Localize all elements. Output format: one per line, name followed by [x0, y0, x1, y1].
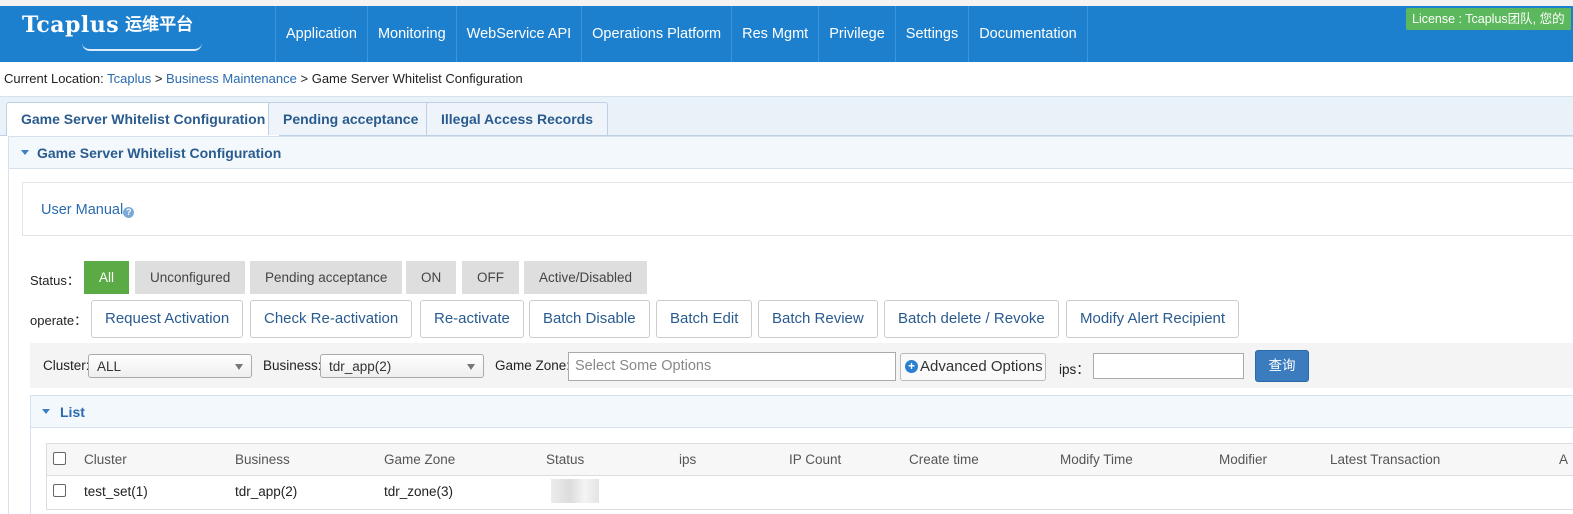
advanced-options-button[interactable]: + Advanced Options: [900, 353, 1046, 381]
breadcrumb-prefix: Current Location:: [4, 71, 104, 86]
batch-delete-revoke-button[interactable]: Batch delete / Revoke: [884, 300, 1059, 338]
status-label: Status：: [30, 273, 80, 288]
col-status: Status: [546, 452, 585, 467]
col-ip-count: IP Count: [789, 452, 842, 467]
tab-pending-acceptance[interactable]: Pending acceptance: [268, 102, 434, 135]
batch-disable-button[interactable]: Batch Disable: [529, 300, 650, 338]
col-truncated: A: [1559, 452, 1569, 467]
cluster-label: Cluster:: [43, 358, 90, 373]
list-header[interactable]: List: [30, 395, 1573, 428]
collapse-triangle-icon[interactable]: [21, 150, 29, 155]
operate-label: operate：: [30, 313, 88, 328]
help-icon[interactable]: ?: [123, 207, 135, 218]
status-filter-off[interactable]: OFF: [462, 261, 519, 294]
license-badge: License : Tcaplus团队, 您的: [1406, 8, 1571, 30]
logo-swoosh: [82, 43, 202, 51]
app-logo[interactable]: Tcaplus 运维平台: [22, 12, 202, 51]
batch-review-button[interactable]: Batch Review: [758, 300, 878, 338]
cell-game-zone: tdr_zone(3): [384, 484, 454, 499]
select-all-checkbox[interactable]: [53, 452, 66, 465]
col-game-zone: Game Zone: [384, 452, 456, 467]
status-redacted: [551, 479, 599, 503]
breadcrumb-current: Game Server Whitelist Configuration: [311, 71, 523, 86]
query-button[interactable]: 查询: [1255, 350, 1309, 382]
col-ips: ips: [679, 452, 697, 467]
modify-alert-recipient-button[interactable]: Modify Alert Recipient: [1066, 300, 1240, 338]
cell-cluster: test_set(1): [84, 484, 148, 499]
breadcrumb-separator: >: [154, 71, 163, 86]
nav-settings[interactable]: Settings: [894, 6, 968, 62]
row-checkbox[interactable]: [53, 484, 66, 497]
status-filter-on[interactable]: ON: [406, 261, 457, 294]
game-zone-label: Game Zone:: [495, 358, 571, 373]
table-header: Cluster Business Game Zone Status ips IP…: [46, 443, 1573, 476]
cell-business: tdr_app(2): [235, 484, 298, 499]
nav-operations-platform[interactable]: Operations Platform: [581, 6, 731, 62]
status-filter-all[interactable]: All: [84, 261, 130, 294]
advanced-options-label: Advanced Options: [920, 358, 1043, 375]
collapse-triangle-icon[interactable]: [42, 409, 50, 414]
nav-webservice-api[interactable]: WebService API: [455, 6, 582, 62]
tab-illegal-access-records[interactable]: Illegal Access Records: [426, 102, 609, 135]
breadcrumb-separator: >: [300, 71, 309, 86]
chevron-down-icon: [235, 364, 243, 370]
nav-documentation[interactable]: Documentation: [968, 6, 1088, 62]
cluster-select-value: ALL: [97, 359, 122, 374]
breadcrumb-section-link[interactable]: Business Maintenance: [166, 71, 297, 86]
table-row[interactable]: test_set(1) tdr_app(2) tdr_zone(3): [46, 475, 1573, 510]
main-nav: Application Monitoring WebService API Op…: [275, 6, 1088, 62]
batch-edit-button[interactable]: Batch Edit: [656, 300, 753, 338]
panel-header[interactable]: Game Server Whitelist Configuration: [8, 136, 1573, 169]
status-filter-pending-acceptance[interactable]: Pending acceptance: [250, 261, 403, 294]
user-manual-box: User Manual?: [22, 182, 1573, 236]
col-business: Business: [235, 452, 290, 467]
user-manual-label: User Manual: [41, 202, 124, 218]
game-zone-multiselect[interactable]: Select Some Options: [568, 352, 896, 381]
col-modify-time: Modify Time: [1060, 452, 1133, 467]
request-activation-button[interactable]: Request Activation: [91, 300, 244, 338]
nav-privilege[interactable]: Privilege: [818, 6, 895, 62]
nav-monitoring[interactable]: Monitoring: [366, 6, 456, 62]
status-filter-active-disabled[interactable]: Active/Disabled: [524, 261, 648, 294]
nav-res-mgmt[interactable]: Res Mgmt: [731, 6, 818, 62]
tab-bar: Game Server Whitelist Configuration Pend…: [0, 96, 1573, 136]
col-latest-transaction: Latest Transaction: [1330, 452, 1441, 467]
list-title: List: [60, 404, 85, 420]
nav-application[interactable]: Application: [275, 6, 367, 62]
col-create-time: Create time: [909, 452, 979, 467]
cluster-select[interactable]: ALL: [88, 354, 252, 378]
add-circle-icon: +: [905, 360, 918, 373]
logo-sub-text: 运维平台: [125, 15, 194, 35]
business-select[interactable]: tdr_app(2): [320, 354, 484, 378]
panel-title: Game Server Whitelist Configuration: [37, 145, 282, 161]
tab-whitelist-config[interactable]: Game Server Whitelist Configuration: [6, 102, 281, 136]
logo-main-text: Tcaplus: [22, 12, 120, 38]
col-modifier: Modifier: [1219, 452, 1268, 467]
business-label: Business:: [263, 358, 322, 373]
ips-input[interactable]: [1093, 353, 1244, 379]
ips-label: ips：: [1059, 362, 1090, 377]
panel-border: [8, 167, 9, 514]
business-select-value: tdr_app(2): [329, 359, 392, 374]
status-filter-unconfigured[interactable]: Unconfigured: [135, 261, 246, 294]
chevron-down-icon: [467, 364, 475, 370]
check-reactivation-button[interactable]: Check Re-activation: [250, 300, 413, 338]
breadcrumb: Current Location: Tcaplus > Business Mai…: [4, 71, 523, 86]
breadcrumb-home-link[interactable]: Tcaplus: [107, 71, 151, 86]
filter-bar: Cluster: ALL Business: tdr_app(2) Game Z…: [30, 343, 1573, 388]
user-manual-link[interactable]: User Manual?: [41, 202, 135, 218]
col-cluster: Cluster: [84, 452, 127, 467]
reactivate-button[interactable]: Re-activate: [420, 300, 524, 338]
